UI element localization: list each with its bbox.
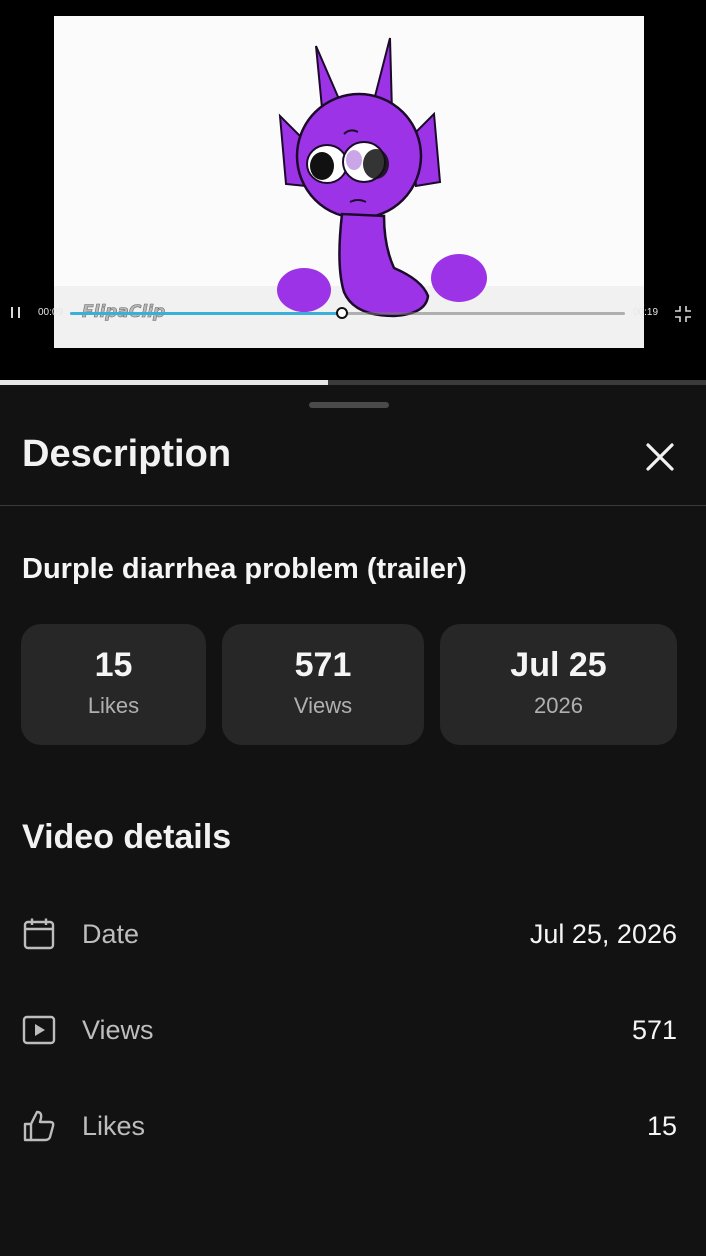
detail-value-views: 571 [631, 1015, 677, 1045]
views-stat-card: 571 Views [222, 624, 424, 745]
seek-bar[interactable] [70, 307, 625, 319]
calendar-icon [23, 918, 55, 950]
detail-label-views: Views [82, 1015, 154, 1045]
detail-value-likes: 15 [646, 1111, 677, 1141]
video-title: Durple diarrhea problem (trailer) [22, 553, 467, 585]
thumbs-up-icon [23, 1110, 55, 1142]
page-progress-bar [0, 380, 706, 385]
divider [0, 505, 706, 506]
video-details-heading: Video details [22, 818, 232, 856]
detail-label-likes: Likes [82, 1111, 146, 1141]
seek-bar-progress [70, 312, 342, 315]
likes-stat-card: 15 Likes [21, 624, 206, 745]
seek-thumb[interactable] [335, 307, 348, 319]
sheet-drag-handle[interactable] [309, 402, 389, 408]
video-player[interactable]: FlipaClip 00:09 00:19 [0, 0, 706, 380]
close-button[interactable] [640, 437, 680, 477]
views-count: 571 [294, 646, 352, 684]
detail-row-likes: Likes 15 [0, 1101, 706, 1151]
page-progress-fill [0, 380, 329, 385]
play-square-icon [22, 1015, 56, 1045]
exit-fullscreen-icon [675, 306, 691, 322]
views-label: Views [293, 693, 353, 718]
video-still-image [54, 16, 644, 348]
video-frame[interactable] [54, 16, 644, 348]
date-day: Jul 25 [510, 646, 607, 684]
detail-value-date: Jul 25, 2026 [529, 919, 677, 949]
close-icon [646, 443, 674, 471]
pause-icon-bar [18, 307, 20, 318]
current-time: 00:09 [38, 307, 64, 318]
pause-icon [11, 307, 13, 318]
likes-label: Likes [87, 693, 140, 718]
date-year: 2026 [534, 693, 583, 718]
exit-fullscreen-button[interactable] [674, 305, 692, 323]
total-time: 00:19 [633, 307, 659, 318]
sheet-title: Description [22, 433, 232, 475]
date-stat-card: Jul 25 2026 [440, 624, 677, 745]
pause-button[interactable] [8, 305, 24, 321]
detail-row-date: Date Jul 25, 2026 [0, 909, 706, 959]
detail-row-views: Views 571 [0, 1005, 706, 1055]
likes-count: 15 [94, 646, 133, 684]
detail-label-date: Date [82, 919, 140, 949]
